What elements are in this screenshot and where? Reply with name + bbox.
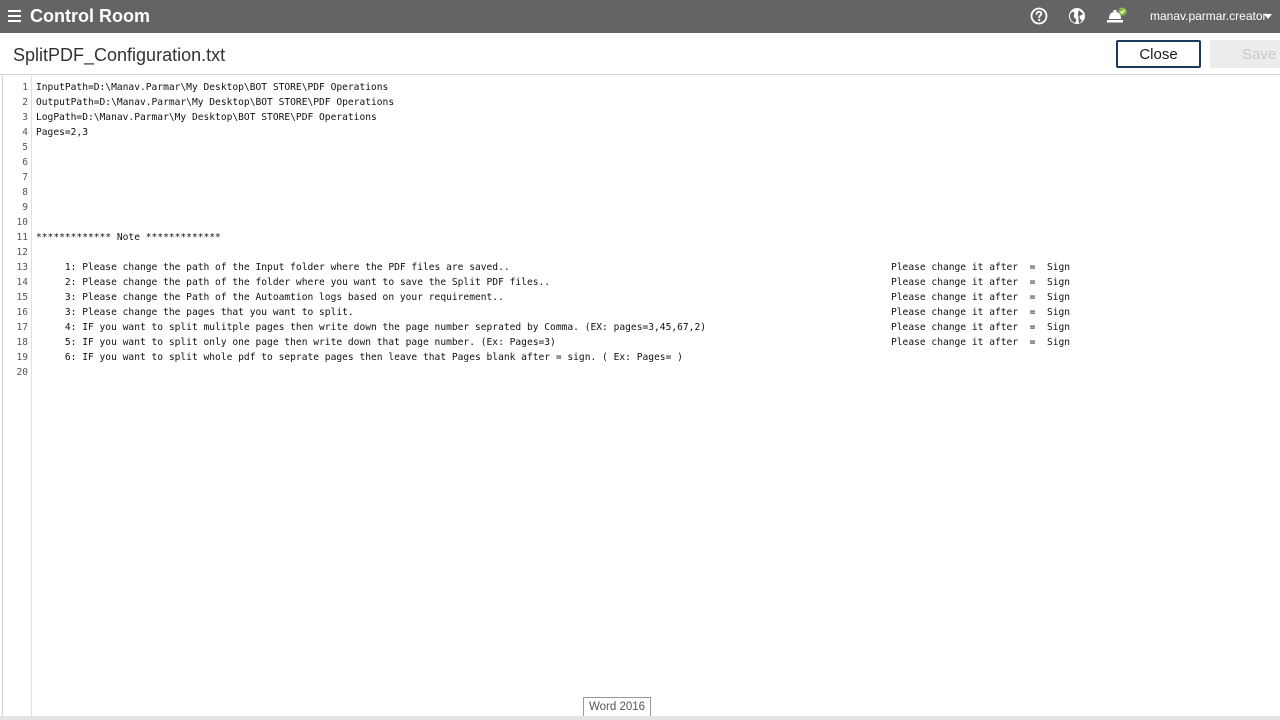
line-number: 3 [22, 112, 28, 123]
code-line-note[interactable]: Please change it after = Sign [891, 335, 1070, 350]
code-line[interactable]: 3: Please change the Path of the Autoamt… [36, 290, 504, 305]
code-line[interactable]: 5: IF you want to split only one page th… [36, 335, 556, 350]
code-line[interactable]: OutputPath=D:\Manav.Parmar\My Desktop\BO… [36, 95, 394, 110]
code-line-note[interactable]: Please change it after = Sign [891, 320, 1070, 335]
file-header: SplitPDF_Configuration.txt Close Save [0, 33, 1280, 75]
line-number: 11 [16, 232, 28, 243]
code-line-note[interactable]: Please change it after = Sign [891, 275, 1070, 290]
line-number: 7 [22, 172, 28, 183]
code-line[interactable]: 1: Please change the path of the Input f… [36, 260, 510, 275]
code-line-note[interactable]: Please change it after = Sign [891, 290, 1070, 305]
code-line[interactable]: LogPath=D:\Manav.Parmar\My Desktop\BOT S… [36, 110, 377, 125]
bottom-divider [0, 716, 1280, 720]
line-number: 19 [16, 352, 28, 363]
text-editor[interactable]: 1 2 3 4 5 6 7 8 9 10 11 12 13 14 15 16 1… [2, 76, 1280, 716]
line-number: 18 [16, 337, 28, 348]
line-number-gutter: 1 2 3 4 5 6 7 8 9 10 11 12 13 14 15 16 1… [3, 76, 32, 716]
code-line[interactable]: 3: Please change the pages that you want… [36, 305, 354, 320]
top-bar: Control Room manav.parmar.creator [0, 0, 1280, 33]
line-number: 2 [22, 97, 28, 108]
line-number: 5 [22, 142, 28, 153]
tooltip: Word 2016 [583, 697, 652, 717]
code-line[interactable]: 4: IF you want to split mulitple pages t… [36, 320, 706, 335]
code-line[interactable]: ************* Note ************* [36, 230, 221, 245]
line-number: 12 [16, 247, 28, 258]
line-number: 9 [22, 202, 28, 213]
code-line[interactable]: 6: IF you want to split whole pdf to sep… [36, 350, 683, 365]
line-number: 1 [22, 82, 28, 93]
notifications-icon[interactable] [1106, 7, 1128, 25]
close-button[interactable]: Close [1116, 40, 1201, 68]
code-line-note[interactable]: Please change it after = Sign [891, 260, 1070, 275]
line-number: 10 [16, 217, 28, 228]
code-line[interactable]: 2: Please change the path of the folder … [36, 275, 550, 290]
line-number: 15 [16, 292, 28, 303]
line-number: 8 [22, 187, 28, 198]
code-line[interactable]: Pages=2,3 [36, 125, 88, 140]
code-line-note[interactable]: Please change it after = Sign [891, 305, 1070, 320]
user-menu[interactable]: manav.parmar.creator [1150, 9, 1267, 23]
menu-icon[interactable] [8, 10, 21, 22]
line-number: 14 [16, 277, 28, 288]
line-number: 6 [22, 157, 28, 168]
chevron-down-icon[interactable] [1264, 14, 1272, 19]
line-number: 4 [22, 127, 28, 138]
file-title: SplitPDF_Configuration.txt [13, 45, 226, 65]
code-area[interactable]: InputPath=D:\Manav.Parmar\My Desktop\BOT… [36, 76, 1276, 716]
help-icon[interactable] [1030, 7, 1048, 25]
globe-icon[interactable] [1068, 7, 1086, 25]
save-button: Save [1210, 40, 1280, 68]
line-number: 17 [16, 322, 28, 333]
line-number: 16 [16, 307, 28, 318]
app-title: Control Room [30, 6, 150, 26]
line-number: 20 [16, 367, 28, 378]
code-line[interactable]: InputPath=D:\Manav.Parmar\My Desktop\BOT… [36, 80, 388, 95]
line-number: 13 [16, 262, 28, 273]
